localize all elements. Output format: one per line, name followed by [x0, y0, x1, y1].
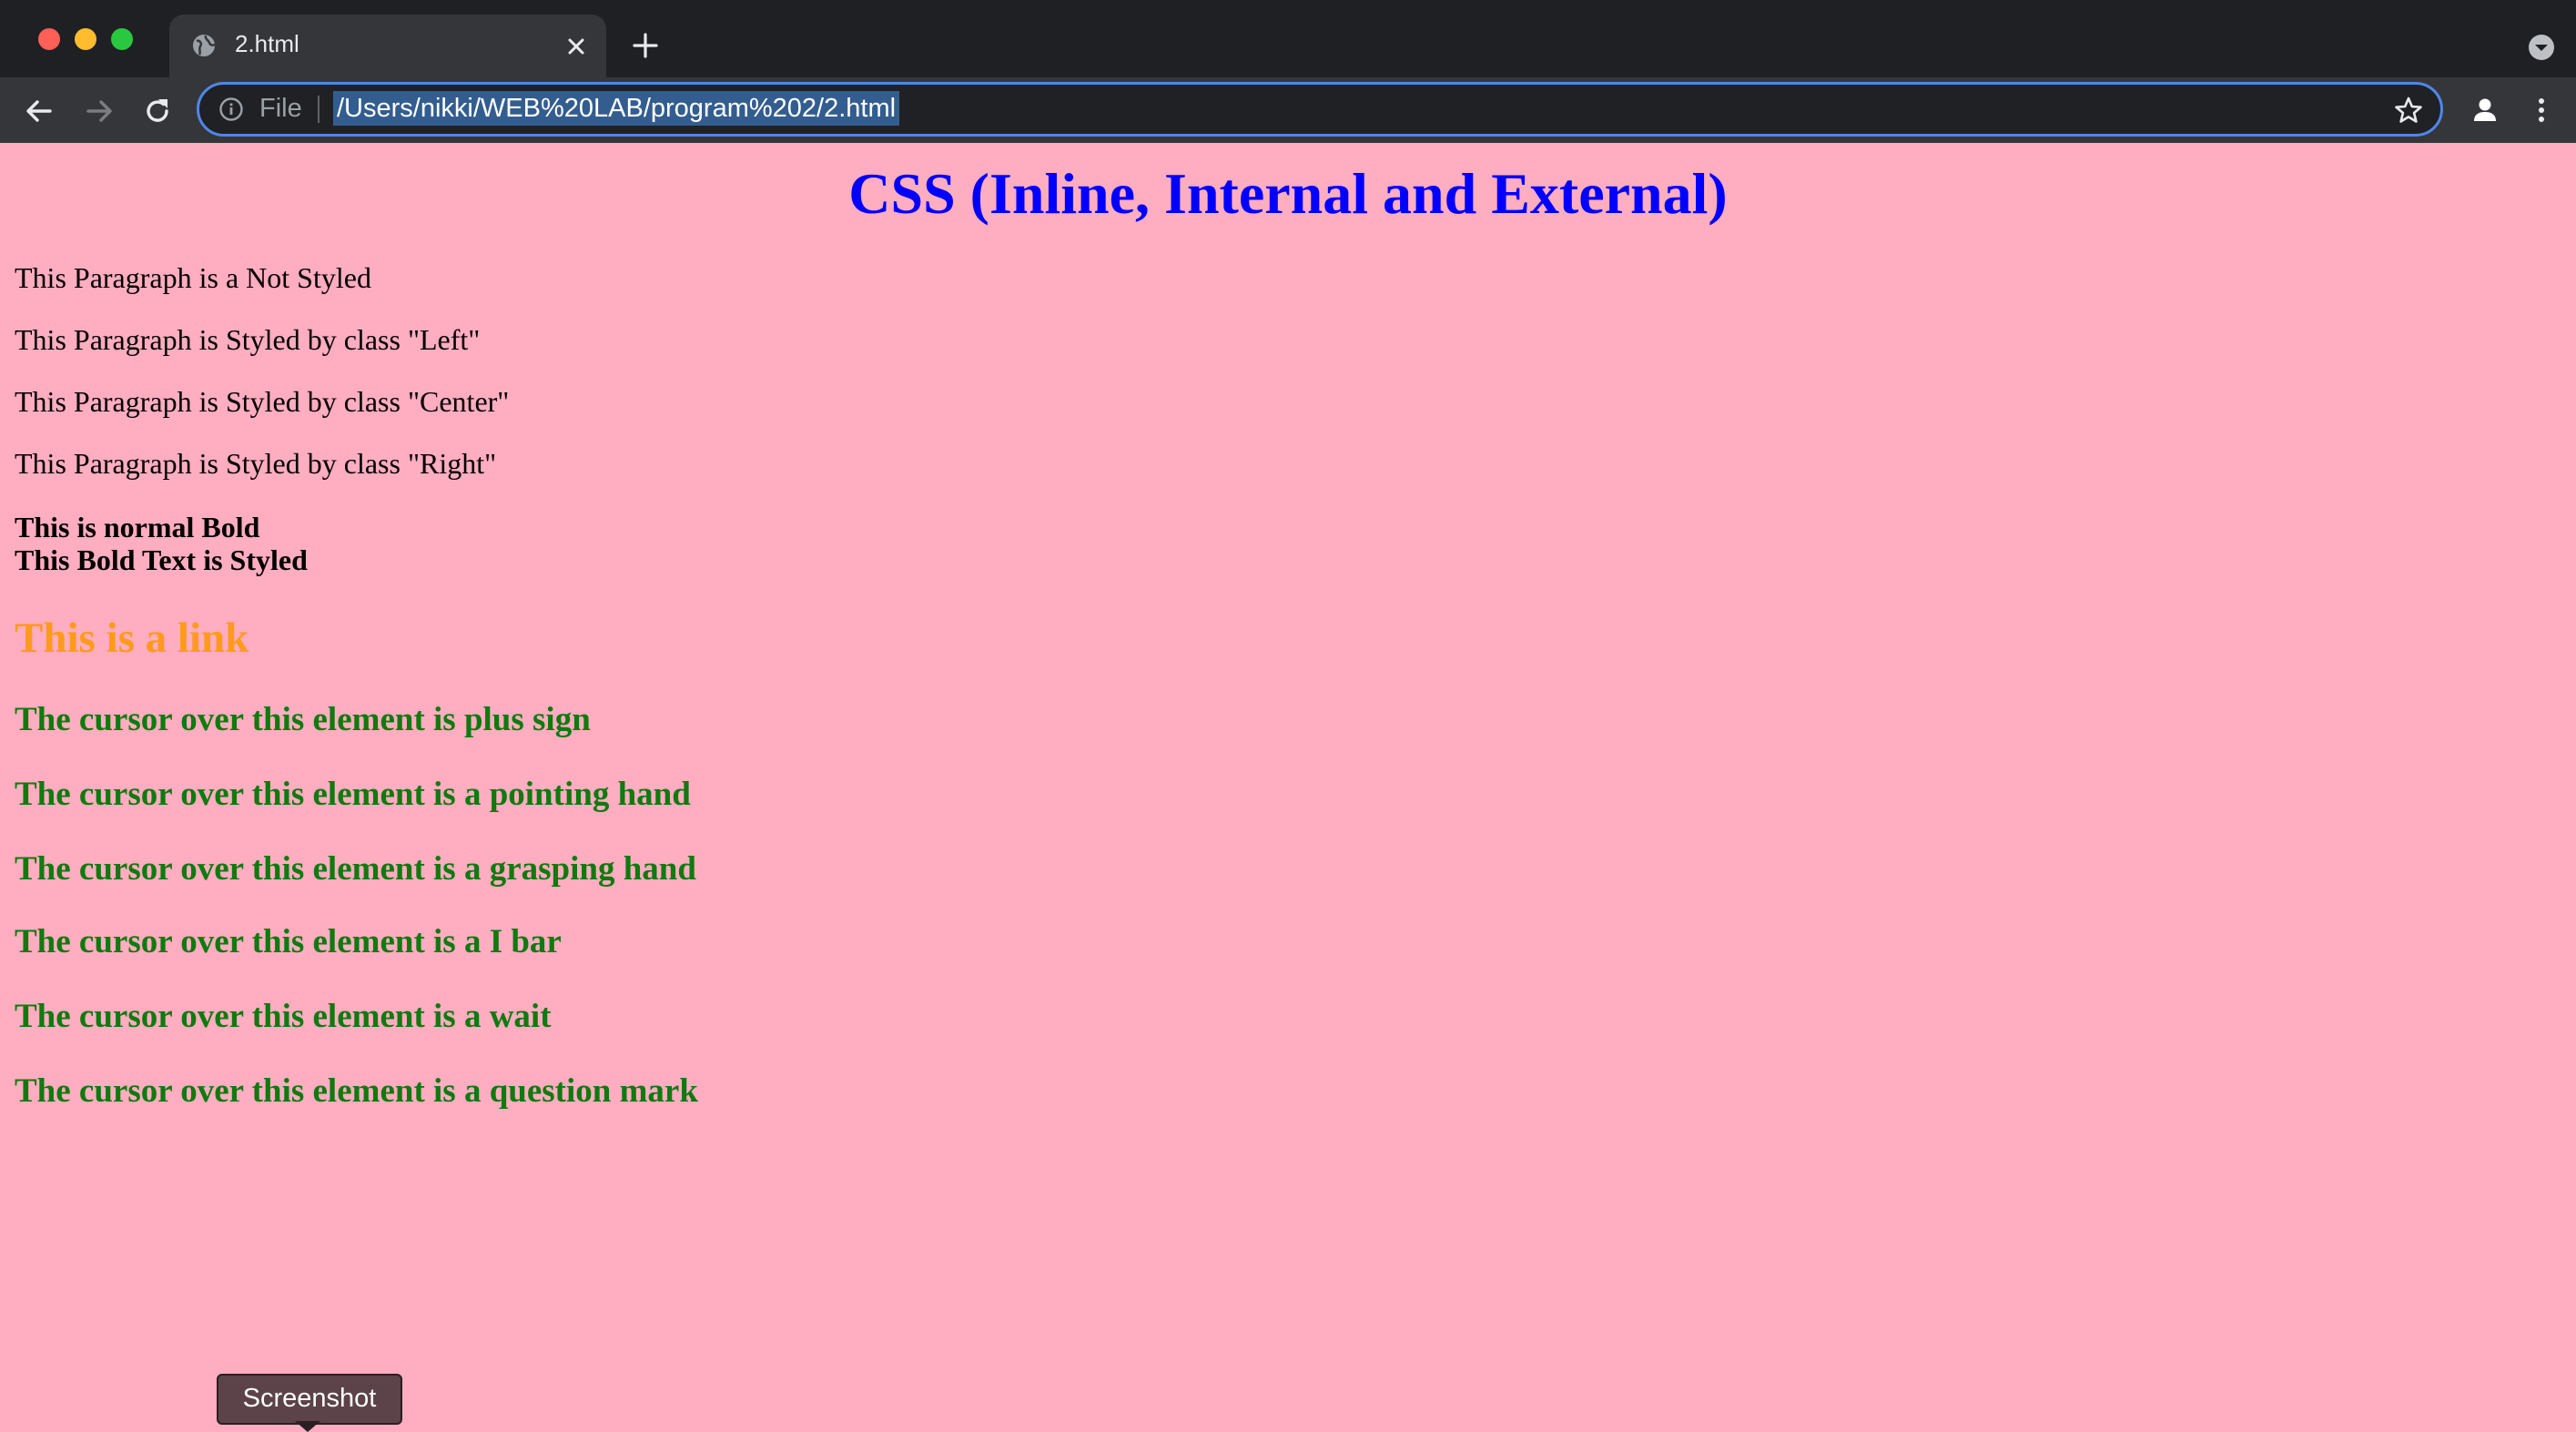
tooltip-arrow: [295, 1421, 320, 1432]
paragraph-left: This Paragraph is Styled by class "Left": [15, 323, 481, 356]
screenshot-tooltip: Screenshot: [217, 1374, 402, 1425]
page-link[interactable]: This is a link: [15, 612, 248, 665]
page-content: CSS (Inline, Internal and External) This…: [0, 143, 2576, 1429]
paragraph-right: This Paragraph is Styled by class "Right…: [15, 447, 497, 480]
tab-strip: 2.html: [0, 0, 2576, 77]
tab-2-html[interactable]: 2.html: [169, 15, 606, 77]
cursor-text-text[interactable]: The cursor over this element is a I bar: [15, 921, 562, 963]
globe-icon: [193, 35, 216, 56]
cursor-wait-text[interactable]: The cursor over this element is a wait: [15, 996, 552, 1038]
arrow-left-icon[interactable]: [22, 94, 56, 128]
cursor-grab-text[interactable]: The cursor over this element is a graspi…: [15, 848, 696, 890]
divider: [318, 96, 319, 123]
plus-icon[interactable]: [630, 30, 661, 61]
paragraph-not-styled: This Paragraph is a Not Styled: [15, 261, 371, 294]
star-icon[interactable]: [2393, 95, 2424, 126]
toolbar: File /Users/nikki/WEB%20LAB/program%202/…: [0, 77, 2576, 143]
maximize-window-button[interactable]: [111, 28, 133, 50]
person-icon[interactable]: [2467, 92, 2503, 128]
url-text[interactable]: /Users/nikki/WEB%20LAB/program%202/2.htm…: [333, 91, 900, 126]
kebab-menu-icon[interactable]: [2525, 94, 2558, 127]
info-icon[interactable]: [218, 96, 245, 123]
close-icon[interactable]: [563, 33, 590, 60]
reload-icon[interactable]: [140, 94, 175, 128]
cursor-plus-text[interactable]: The cursor over this element is plus sig…: [15, 699, 591, 741]
browser-window: 2.html File /Users/nikki/WEB%20LAB/progr…: [0, 0, 2576, 1432]
address-bar[interactable]: File /Users/nikki/WEB%20LAB/program%202/…: [197, 82, 2443, 137]
bold-styled-text: This Bold Text is Styled: [15, 543, 308, 576]
minimize-window-button[interactable]: [75, 28, 96, 50]
tab-title: 2.html: [235, 30, 299, 57]
cursor-help-text[interactable]: The cursor over this element is a questi…: [15, 1071, 698, 1112]
scheme-label: File: [259, 94, 302, 123]
page-title: CSS (Inline, Internal and External): [848, 161, 1728, 226]
paragraph-center: This Paragraph is Styled by class "Cente…: [15, 385, 510, 418]
bold-normal-text: This is normal Bold: [15, 511, 260, 543]
close-window-button[interactable]: [38, 28, 60, 50]
arrow-right-icon[interactable]: [82, 94, 117, 128]
cursor-pointer-text[interactable]: The cursor over this element is a pointi…: [15, 774, 691, 816]
chevron-down-circle-icon[interactable]: [2527, 33, 2556, 62]
